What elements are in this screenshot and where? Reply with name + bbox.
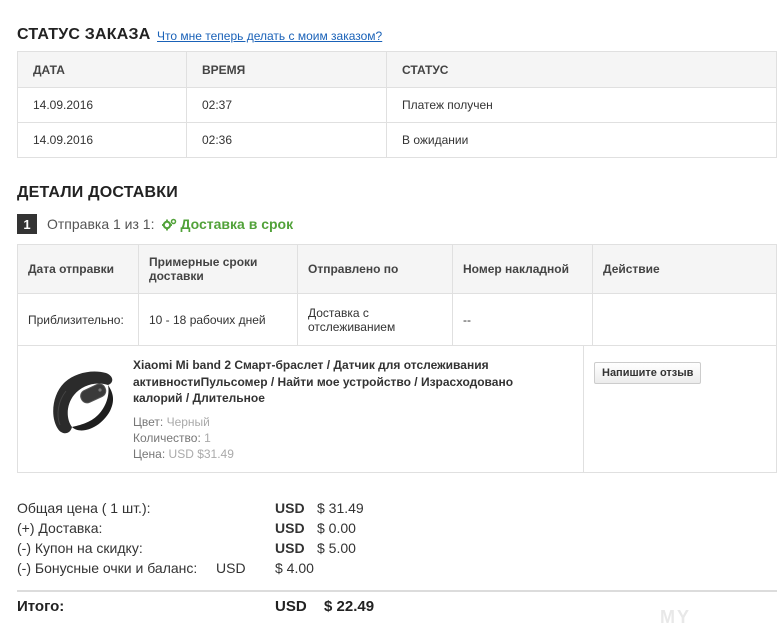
summary-label: (-) Купон на скидку: [17, 540, 143, 556]
product-quantity-label: Количество: [133, 431, 201, 445]
product-price-value: USD $31.49 [168, 447, 234, 461]
product-color-value: Черный [166, 415, 210, 429]
summary-value: $ 0.00 [317, 520, 356, 536]
shipment-number-badge: 1 [17, 214, 37, 234]
summary-value: $ 4.00 [275, 560, 314, 576]
summary-currency: USD [216, 560, 246, 576]
summary-row-bonus: (-) Бонусные очки и баланс: USD $ 4.00 [17, 560, 417, 578]
summary-label: Общая цена ( 1 шт.): [17, 500, 151, 516]
total-divider [17, 590, 777, 592]
table-row: 14.09.2016 02:37 Платеж получен [17, 87, 777, 123]
status-date: 14.09.2016 [17, 87, 187, 123]
table-row: Приблизительно: 10 - 18 рабочих дней Дос… [17, 293, 777, 346]
column-header-date: ДАТА [17, 51, 187, 88]
product-item: Xiaomi Mi band 2 Смарт-браслет / Датчик … [17, 345, 777, 473]
summary-value: $ 5.00 [317, 540, 356, 556]
product-quantity: Количество: 1 [133, 431, 211, 445]
shipping-method: Доставка с отслеживанием [297, 293, 453, 346]
product-title[interactable]: Xiaomi Mi band 2 Смарт-браслет / Датчик … [133, 357, 553, 407]
column-header-tracking: Номер накладной [452, 244, 593, 294]
column-header-method: Отправлено по [297, 244, 453, 294]
order-status-title: СТАТУС ЗАКАЗА [17, 26, 151, 43]
shipment-row: 1 Отправка 1 из 1: Доставка в срок [17, 214, 293, 234]
column-header-status: СТАТУС [386, 51, 777, 88]
product-price-label: Цена: [133, 447, 166, 461]
watermark: MY [660, 607, 691, 627]
order-help-link[interactable]: Что мне теперь делать с моим заказом? [157, 29, 382, 43]
summary-label: (-) Бонусные очки и баланс: [17, 560, 198, 576]
summary-value: $ 31.49 [317, 500, 364, 516]
status-time: 02:36 [186, 122, 387, 158]
gear-icon [162, 218, 177, 230]
summary-row-subtotal: Общая цена ( 1 шт.): USD $ 31.49 [17, 500, 417, 518]
product-color: Цвет: Черный [133, 415, 210, 429]
table-header-row: Дата отправки Примерные сроки доставки О… [17, 244, 777, 294]
total-value: $ 22.49 [324, 598, 375, 615]
write-review-button[interactable]: Напишите отзыв [594, 362, 702, 384]
status-value: В ожидании [386, 122, 777, 158]
column-header-time: ВРЕМЯ [186, 51, 387, 88]
total-label: Итого: [17, 598, 65, 615]
action-cell [592, 293, 777, 346]
product-price: Цена: USD $31.49 [133, 447, 234, 461]
shipment-status-text: Доставка в срок [180, 216, 294, 232]
product-color-label: Цвет: [133, 415, 164, 429]
order-status-table: ДАТА ВРЕМЯ СТАТУС 14.09.2016 02:37 Плате… [17, 51, 777, 158]
summary-currency: USD [275, 520, 305, 536]
summary-currency: USD [275, 540, 305, 556]
tracking-number: -- [452, 293, 593, 346]
total-currency: USD [275, 598, 307, 615]
table-header-row: ДАТА ВРЕМЯ СТАТУС [17, 51, 777, 88]
column-header-action: Действие [592, 244, 777, 294]
summary-row-coupon: (-) Купон на скидку: USD $ 5.00 [17, 540, 417, 558]
product-image [53, 371, 114, 434]
column-header-estimate: Примерные сроки доставки [138, 244, 298, 294]
product-divider [583, 345, 584, 472]
summary-currency: USD [275, 500, 305, 516]
summary-label: (+) Доставка: [17, 520, 103, 536]
table-row: 14.09.2016 02:36 В ожидании [17, 122, 777, 158]
status-date: 14.09.2016 [17, 122, 187, 158]
summary-row-shipping: (+) Доставка: USD $ 0.00 [17, 520, 417, 538]
delivery-details-title: ДЕТАЛИ ДОСТАВКИ [17, 184, 178, 201]
column-header-ship-date: Дата отправки [17, 244, 139, 294]
shipment-status: Доставка в срок [162, 216, 293, 232]
status-time: 02:37 [186, 87, 387, 123]
product-quantity-value: 1 [204, 431, 211, 445]
status-value: Платеж получен [386, 87, 777, 123]
ship-date: Приблизительно: [17, 293, 139, 346]
delivery-estimate: 10 - 18 рабочих дней [138, 293, 298, 346]
shipment-label: Отправка 1 из 1: [47, 216, 155, 232]
shipment-table: Дата отправки Примерные сроки доставки О… [17, 244, 777, 346]
